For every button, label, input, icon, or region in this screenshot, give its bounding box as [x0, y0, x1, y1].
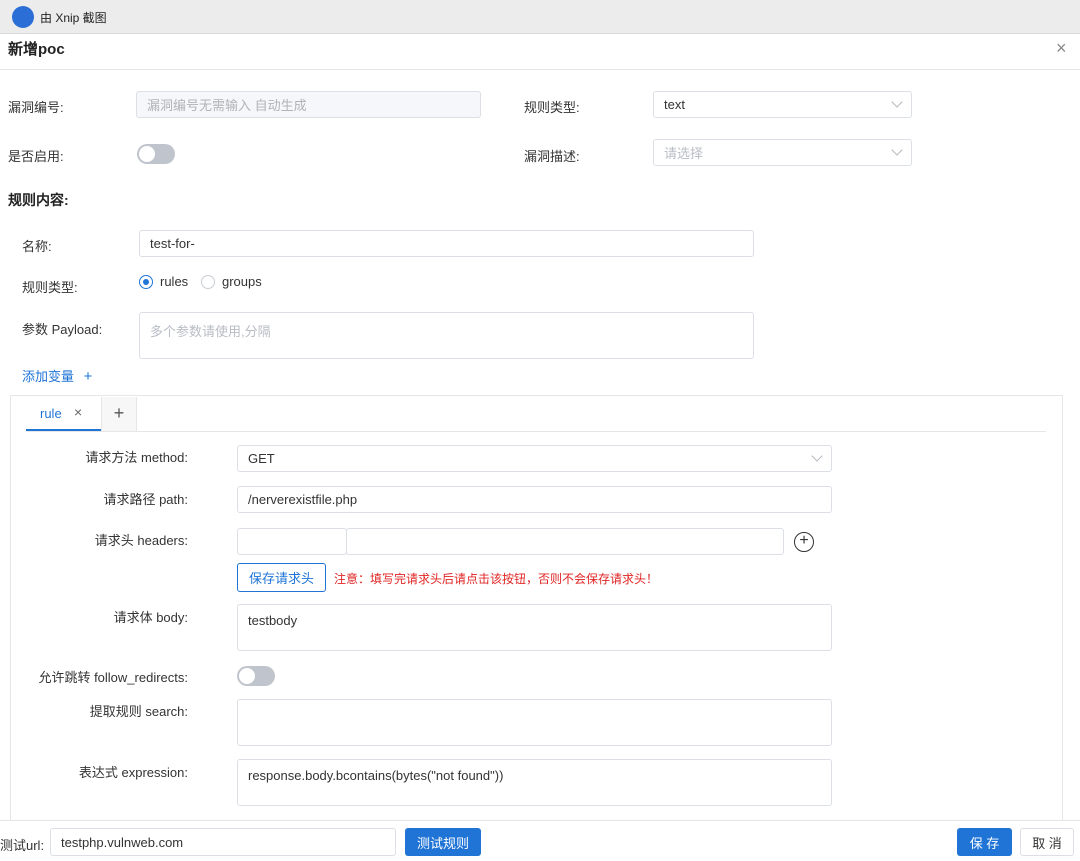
radio-groups-label[interactable]: groups	[222, 274, 262, 289]
name-input[interactable]: test-for-	[139, 230, 754, 257]
vuln-id-placeholder: 漏洞编号无需输入 自动生成	[147, 98, 307, 113]
search-textarea[interactable]	[237, 699, 832, 746]
payload-label: 参数 Payload:	[22, 322, 103, 337]
vuln-id-input: 漏洞编号无需输入 自动生成	[136, 91, 481, 118]
method-select[interactable]: GET	[237, 445, 832, 472]
vuln-desc-select[interactable]: 请选择	[653, 139, 912, 166]
search-label: 提取规则 search:	[89, 704, 188, 719]
follow-redirects-label: 允许跳转 follow_redirects:	[38, 670, 188, 685]
name-label: 名称:	[22, 239, 52, 254]
payload-placeholder: 多个参数请使用,分隔	[150, 324, 271, 339]
enabled-label: 是否启用:	[8, 149, 64, 164]
cancel-button[interactable]: 取 消	[1020, 828, 1074, 856]
chevron-down-icon	[811, 450, 823, 462]
header-value-input[interactable]	[346, 528, 784, 555]
radio-groups[interactable]	[201, 275, 215, 289]
radio-rules[interactable]	[139, 275, 153, 289]
body-textarea-value: testbody	[248, 613, 298, 628]
follow-redirects-toggle[interactable]	[237, 666, 275, 686]
dialog-title: 新增poc	[8, 41, 65, 58]
name-input-value: test-for-	[150, 236, 195, 251]
expression-textarea-value: response.body.bcontains(bytes("not found…	[248, 768, 504, 783]
vuln-id-label: 漏洞编号:	[8, 100, 64, 115]
tab-rule-label: rule	[40, 406, 62, 421]
header-key-input[interactable]	[237, 528, 347, 555]
tab-rule[interactable]: rule ×	[26, 397, 101, 431]
path-input[interactable]: /nerverexistfile.php	[237, 486, 832, 513]
test-url-input[interactable]: testphp.vulnweb.com	[50, 828, 396, 856]
rule-type-select-label: 规则类型:	[524, 100, 580, 115]
headers-label: 请求头 headers:	[94, 533, 188, 548]
save-headers-button[interactable]: 保存请求头	[237, 563, 326, 592]
vuln-desc-placeholder: 请选择	[664, 146, 704, 161]
test-url-value: testphp.vulnweb.com	[61, 834, 184, 850]
add-variable-label: 添加变量	[22, 369, 75, 384]
radio-rules-label[interactable]: rules	[160, 274, 188, 289]
method-select-value: GET	[248, 451, 275, 466]
add-tab-button[interactable]: +	[101, 397, 137, 431]
window-titlebar	[0, 0, 1080, 34]
test-url-label: 测试url:	[0, 838, 45, 853]
save-button[interactable]: 保 存	[957, 828, 1012, 856]
xnip-app-icon	[12, 6, 34, 28]
headers-warning: 注意：填写完请求头后请点击该按钮，否则不会保存请求头！	[334, 572, 659, 586]
chevron-down-icon	[891, 96, 903, 108]
rule-type-select[interactable]: text	[653, 91, 912, 118]
rule-type-select-value: text	[664, 97, 685, 112]
method-label: 请求方法 method:	[85, 450, 188, 465]
enabled-toggle[interactable]	[137, 144, 175, 164]
path-input-value: /nerverexistfile.php	[248, 492, 358, 507]
expression-label: 表达式 expression:	[78, 765, 188, 780]
window-title: 由 Xnip 截图	[40, 11, 107, 25]
body-textarea[interactable]: testbody	[237, 604, 832, 651]
test-rule-button[interactable]: 测试规则	[405, 828, 481, 856]
header-divider	[0, 69, 1080, 70]
rule-content-title: 规则内容:	[8, 192, 69, 208]
chevron-down-icon	[891, 144, 903, 156]
path-label: 请求路径 path:	[103, 492, 188, 507]
vuln-desc-label: 漏洞描述:	[524, 149, 580, 164]
tab-close-icon[interactable]: ×	[74, 404, 82, 420]
payload-textarea[interactable]: 多个参数请使用,分隔	[139, 312, 754, 359]
tab-divider	[26, 431, 1046, 432]
close-icon[interactable]: ×	[1056, 38, 1067, 59]
add-variable-link[interactable]: 添加变量 +	[22, 366, 92, 385]
rule-kind-label: 规则类型:	[22, 280, 78, 295]
plus-icon: +	[83, 368, 93, 385]
body-label: 请求体 body:	[113, 610, 188, 625]
add-header-plus-icon[interactable]: +	[794, 532, 814, 552]
expression-textarea[interactable]: response.body.bcontains(bytes("not found…	[237, 759, 832, 806]
